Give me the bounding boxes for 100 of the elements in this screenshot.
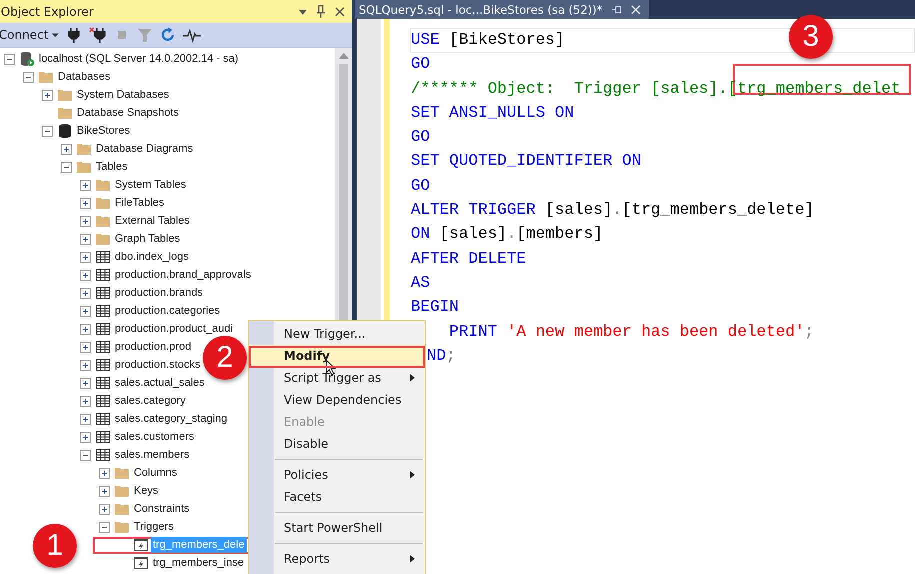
expand-toggle[interactable] <box>80 198 91 208</box>
tree-item[interactable]: production.stocks <box>113 357 203 373</box>
table-icon <box>95 321 111 337</box>
folder-icon <box>76 159 92 175</box>
collapse-toggle[interactable] <box>80 450 91 460</box>
tree-item[interactable]: Tables <box>94 159 130 175</box>
menu-item[interactable]: New Trigger... <box>249 323 425 345</box>
tree-item[interactable]: System Databases <box>75 87 172 103</box>
tree-item[interactable]: Keys <box>132 483 160 499</box>
menu-item[interactable]: Policies <box>249 464 425 486</box>
tree-item[interactable]: BikeStores <box>75 123 132 139</box>
tree-item[interactable]: sales.category <box>113 393 188 409</box>
expand-toggle[interactable] <box>80 414 91 424</box>
tree-item[interactable]: trg_members_inse <box>151 555 246 571</box>
collapse-toggle[interactable] <box>42 126 53 136</box>
disconnect-icon[interactable] <box>88 27 107 43</box>
tree-item[interactable]: External Tables <box>113 213 192 229</box>
tree-item[interactable]: Constraints <box>132 501 192 517</box>
expand-toggle[interactable] <box>80 216 91 226</box>
tree-item[interactable]: production.prod <box>113 339 194 355</box>
expand-toggle[interactable] <box>80 288 91 298</box>
tree-item[interactable]: production.categories <box>113 303 222 319</box>
code-line: AS <box>411 274 430 292</box>
folder-icon <box>95 231 111 247</box>
tree-item[interactable]: FileTables <box>113 195 167 211</box>
menu-item[interactable]: Disable <box>249 433 425 455</box>
expand-toggle[interactable] <box>80 378 91 388</box>
table-icon <box>95 339 111 355</box>
tree-item[interactable]: Triggers <box>132 519 176 535</box>
tree-item[interactable]: production.brand_approvals <box>113 267 254 283</box>
tree-item[interactable]: dbo.index_logs <box>113 249 192 265</box>
expand-toggle[interactable] <box>80 234 91 244</box>
expand-toggle[interactable] <box>80 252 91 262</box>
database-icon <box>57 123 73 139</box>
expand-toggle[interactable] <box>80 324 91 334</box>
folder-icon <box>95 213 111 229</box>
folder-icon <box>114 465 130 481</box>
collapse-toggle[interactable] <box>99 522 110 532</box>
table-icon <box>95 429 111 445</box>
tree-item[interactable]: Database Diagrams <box>94 141 196 157</box>
connect-button[interactable]: Connect <box>0 28 59 42</box>
expand-toggle[interactable] <box>99 486 110 496</box>
code-line: GO <box>411 176 430 195</box>
activity-icon[interactable] <box>182 27 201 43</box>
collapse-toggle[interactable] <box>23 72 34 82</box>
table-icon <box>95 393 111 409</box>
code-line: GO <box>411 128 430 146</box>
table-icon <box>95 447 111 463</box>
expand-toggle[interactable] <box>80 342 91 352</box>
table-icon <box>95 357 111 373</box>
collapse-toggle[interactable] <box>61 162 72 172</box>
expand-toggle[interactable] <box>80 270 91 280</box>
trigger-icon <box>133 537 149 553</box>
tree-item[interactable]: sales.members <box>113 447 192 463</box>
folder-icon <box>114 519 130 535</box>
code-line: ND; <box>426 346 456 365</box>
collapse-toggle[interactable] <box>4 54 15 64</box>
tree-item[interactable]: production.product_audi <box>113 321 236 337</box>
close-icon[interactable] <box>334 6 346 18</box>
expand-toggle[interactable] <box>99 468 110 478</box>
tree-item[interactable]: production.brands <box>113 285 206 301</box>
pin-icon[interactable] <box>316 4 326 18</box>
code-line: USE [BikeStores] <box>411 31 565 49</box>
folder-icon <box>57 105 73 121</box>
code-line: ALTER TRIGGER [sales].[trg_members_delete] <box>411 201 814 220</box>
expand-toggle[interactable] <box>61 144 72 154</box>
menu-item[interactable]: Reports <box>249 548 425 570</box>
code-line: BEGIN <box>411 298 460 316</box>
panel-title: Object Explorer <box>1 4 94 18</box>
plug-icon[interactable] <box>66 27 82 43</box>
folder-icon <box>76 141 92 157</box>
refresh-icon[interactable] <box>160 27 176 43</box>
menu-item[interactable]: Start PowerShell <box>249 517 425 539</box>
expand-toggle[interactable] <box>80 432 91 442</box>
table-icon <box>95 375 111 391</box>
menu-item[interactable]: Facets <box>249 486 425 508</box>
code-line: ON [sales].[members] <box>411 225 604 244</box>
expand-toggle[interactable] <box>80 180 91 190</box>
folder-icon <box>95 177 111 193</box>
caret-icon <box>52 32 59 38</box>
expand-toggle[interactable] <box>80 396 91 406</box>
expand-toggle[interactable] <box>42 90 53 100</box>
expand-toggle[interactable] <box>80 306 91 316</box>
tree-item[interactable]: Columns <box>132 465 180 481</box>
expand-toggle[interactable] <box>80 360 91 370</box>
tree-item[interactable]: sales.category_staging <box>113 411 230 427</box>
code-line: SET QUOTED_IDENTIFIER ON <box>411 152 642 170</box>
tree-item[interactable]: Databases <box>56 69 113 85</box>
tree-item[interactable]: Graph Tables <box>113 231 182 247</box>
folder-icon <box>57 87 73 103</box>
tree-item[interactable]: Database Snapshots <box>75 105 182 121</box>
table-icon <box>95 285 111 301</box>
menu-item[interactable]: Script Trigger as <box>249 367 425 389</box>
tree-item[interactable]: sales.customers <box>113 429 196 445</box>
folder-icon <box>114 501 130 517</box>
menu-item[interactable]: View Dependencies <box>249 389 425 411</box>
table-icon <box>95 303 111 319</box>
tree-item[interactable]: System Tables <box>113 177 188 193</box>
tree-item[interactable]: localhost (SQL Server 14.0.2002.14 - sa) <box>37 51 241 67</box>
expand-toggle[interactable] <box>99 504 110 514</box>
